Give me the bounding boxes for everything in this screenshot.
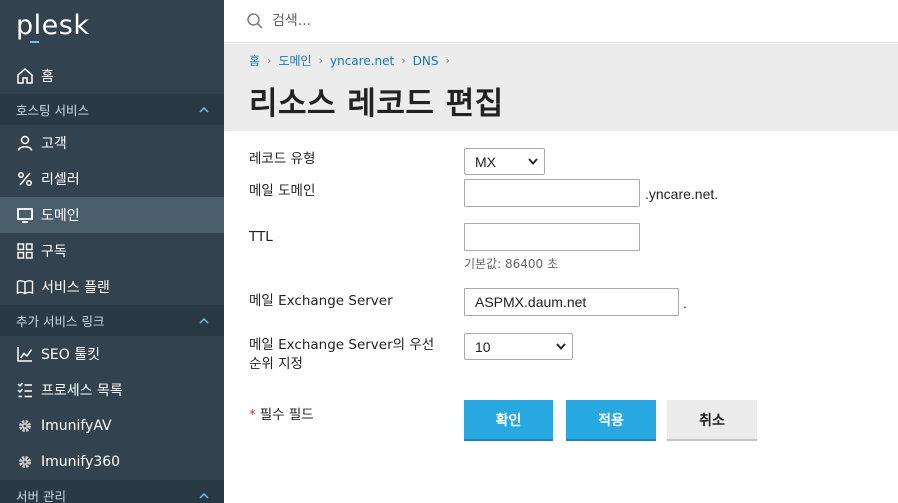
sidebar-item-seo-toolkit[interactable]: SEO 툴킷 — [0, 336, 224, 372]
record-type-select[interactable]: MX — [464, 148, 545, 175]
logo-text: plesk — [16, 10, 90, 41]
chevron-up-icon — [198, 490, 210, 502]
sidebar-item-customers[interactable]: 고객 — [0, 125, 224, 161]
search-input[interactable] — [272, 13, 672, 29]
section-hosting-services[interactable]: 호스팅 서비스 — [0, 94, 224, 125]
mail-domain-suffix: .yncare.net. — [645, 186, 719, 202]
sidebar-item-label: 홈 — [41, 69, 54, 85]
dns-record-form: 레코드 유형 MX 메일 도메인 .yncare.net. TTL 기본값: 8… — [224, 131, 898, 503]
sidebar-item-label: 도메인 — [41, 208, 80, 224]
ok-button[interactable]: 확인 — [464, 400, 553, 439]
sidebar-item-process-list[interactable]: 프로세스 목록 — [0, 372, 224, 408]
page-title: 리소스 레코드 편집 — [249, 86, 504, 122]
exchange-server-input[interactable] — [464, 288, 679, 316]
required-note-text: 필수 필드 — [259, 407, 314, 423]
required-fields-note: * 필수 필드 — [249, 403, 314, 423]
ttl-label: TTL — [249, 229, 273, 245]
grid-icon — [16, 242, 34, 260]
chevron-down-icon — [528, 158, 538, 165]
chevron-up-icon — [198, 315, 210, 327]
gear-icon — [16, 417, 34, 435]
chevron-up-icon — [198, 104, 210, 116]
chevron-right-icon: › — [267, 54, 272, 67]
sidebar-item-label: 리셀러 — [41, 172, 80, 188]
logo-accent — [30, 41, 39, 43]
ttl-input[interactable] — [464, 223, 640, 251]
sidebar-item-label: Imunify360 — [41, 454, 121, 470]
breadcrumb: 홈 › 도메인 › yncare.net › DNS › — [249, 52, 898, 69]
priority-value: 10 — [475, 338, 491, 355]
sidebar-item-domains[interactable]: 도메인 — [0, 197, 224, 233]
monitor-icon — [16, 206, 34, 224]
sidebar-item-subscriptions[interactable]: 구독 — [0, 233, 224, 269]
sidebar-item-label: 서비스 플랜 — [41, 280, 110, 296]
sidebar-item-imunify360[interactable]: Imunify360 — [0, 444, 224, 480]
record-type-value: MX — [475, 153, 496, 170]
chevron-down-icon — [556, 343, 566, 350]
exchange-server-label: 메일 Exchange Server — [249, 293, 393, 309]
sidebar-item-resellers[interactable]: 리셀러 — [0, 161, 224, 197]
priority-select[interactable]: 10 — [464, 333, 573, 360]
user-icon — [16, 134, 34, 152]
percent-icon — [16, 170, 34, 188]
sidebar-item-imunifyav[interactable]: ImunifyAV — [0, 408, 224, 444]
list-icon — [16, 381, 34, 399]
priority-label: 메일 Exchange Server의 우선 순위 지정 — [249, 336, 434, 374]
home-icon — [16, 67, 34, 85]
breadcrumb-domains[interactable]: 도메인 — [278, 52, 311, 69]
ttl-hint: 기본값: 86400 초 — [464, 257, 559, 271]
section-title: 추가 서비스 링크 — [16, 314, 105, 329]
plesk-logo[interactable]: plesk — [0, 0, 224, 58]
chevron-right-icon: › — [318, 54, 323, 67]
mail-domain-input[interactable] — [464, 179, 640, 207]
apply-button[interactable]: 적용 — [566, 400, 656, 439]
sidebar-item-label: 고객 — [41, 136, 67, 152]
search-icon[interactable] — [246, 12, 264, 30]
breadcrumb-home[interactable]: 홈 — [249, 52, 260, 69]
breadcrumb-dns[interactable]: DNS — [413, 54, 439, 68]
record-type-label: 레코드 유형 — [249, 151, 316, 167]
top-search-bar — [224, 0, 898, 43]
sidebar: plesk 홈 호스팅 서비스 고객 리셀러 도메인 구독 서비스 플랜 추가 … — [0, 0, 224, 503]
book-icon — [16, 278, 34, 296]
chart-icon — [16, 345, 34, 363]
priority-label-line2: 순위 지정 — [249, 356, 303, 372]
section-title: 서버 관리 — [16, 489, 66, 503]
required-star: * — [249, 407, 256, 423]
gear-icon — [16, 453, 34, 471]
chevron-right-icon: › — [445, 54, 450, 67]
sidebar-item-label: ImunifyAV — [41, 418, 112, 434]
exchange-server-suffix: . — [683, 295, 687, 311]
sidebar-item-service-plans[interactable]: 서비스 플랜 — [0, 269, 224, 305]
section-extra-service-links[interactable]: 추가 서비스 링크 — [0, 305, 224, 336]
mail-domain-label: 메일 도메인 — [249, 183, 316, 199]
sidebar-item-label: 프로세스 목록 — [41, 383, 123, 399]
sidebar-item-home[interactable]: 홈 — [0, 58, 224, 94]
sidebar-item-label: 구독 — [41, 244, 67, 260]
section-server-management[interactable]: 서버 관리 — [0, 480, 224, 503]
section-title: 호스팅 서비스 — [16, 103, 89, 118]
page-header: 홈 › 도메인 › yncare.net › DNS › 리소스 레코드 편집 — [224, 44, 898, 131]
priority-label-line1: 메일 Exchange Server의 우선 — [249, 337, 435, 353]
chevron-right-icon: › — [401, 54, 406, 67]
breadcrumb-domain[interactable]: yncare.net — [330, 54, 394, 68]
sidebar-item-label: SEO 툴킷 — [41, 347, 100, 363]
cancel-button[interactable]: 취소 — [667, 400, 757, 439]
